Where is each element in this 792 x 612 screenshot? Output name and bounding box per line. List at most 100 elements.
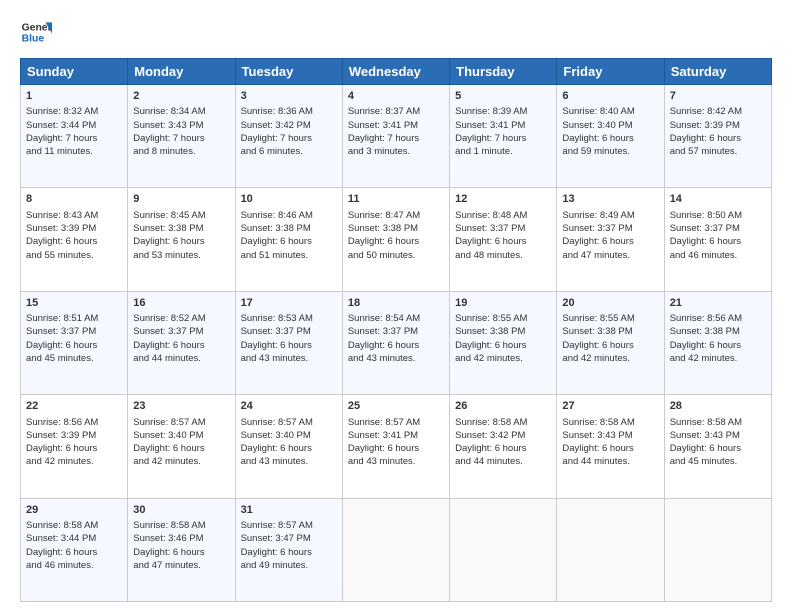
calendar-cell: 19Sunrise: 8:55 AMSunset: 3:38 PMDayligh… — [450, 291, 557, 394]
calendar-cell — [342, 498, 449, 601]
day-info: Sunset: 3:43 PM — [562, 429, 658, 442]
day-number: 11 — [348, 192, 444, 207]
calendar-cell: 18Sunrise: 8:54 AMSunset: 3:37 PMDayligh… — [342, 291, 449, 394]
day-info: Sunrise: 8:47 AM — [348, 209, 444, 222]
calendar-cell: 15Sunrise: 8:51 AMSunset: 3:37 PMDayligh… — [21, 291, 128, 394]
day-info: Sunrise: 8:56 AM — [670, 312, 766, 325]
day-info: Daylight: 6 hours — [241, 339, 337, 352]
day-number: 23 — [133, 399, 229, 414]
day-number: 2 — [133, 89, 229, 104]
calendar-cell: 13Sunrise: 8:49 AMSunset: 3:37 PMDayligh… — [557, 188, 664, 291]
calendar-cell: 11Sunrise: 8:47 AMSunset: 3:38 PMDayligh… — [342, 188, 449, 291]
day-number: 13 — [562, 192, 658, 207]
day-number: 15 — [26, 296, 122, 311]
day-number: 26 — [455, 399, 551, 414]
calendar-cell: 26Sunrise: 8:58 AMSunset: 3:42 PMDayligh… — [450, 395, 557, 498]
day-info: Sunrise: 8:49 AM — [562, 209, 658, 222]
day-info: and 57 minutes. — [670, 145, 766, 158]
header: General Blue — [20, 16, 772, 48]
calendar-cell: 27Sunrise: 8:58 AMSunset: 3:43 PMDayligh… — [557, 395, 664, 498]
calendar-cell: 20Sunrise: 8:55 AMSunset: 3:38 PMDayligh… — [557, 291, 664, 394]
day-info: Sunset: 3:38 PM — [562, 325, 658, 338]
day-info: and 42 minutes. — [455, 352, 551, 365]
calendar-table: SundayMondayTuesdayWednesdayThursdayFrid… — [20, 58, 772, 602]
day-number: 30 — [133, 503, 229, 518]
day-info: Sunrise: 8:55 AM — [562, 312, 658, 325]
day-info: Sunset: 3:37 PM — [670, 222, 766, 235]
day-info: Daylight: 6 hours — [26, 442, 122, 455]
day-number: 3 — [241, 89, 337, 104]
day-info: and 1 minute. — [455, 145, 551, 158]
weekday-header-sunday: Sunday — [21, 59, 128, 85]
day-info: Sunset: 3:43 PM — [133, 119, 229, 132]
day-info: and 45 minutes. — [670, 455, 766, 468]
day-info: and 42 minutes. — [133, 455, 229, 468]
day-info: and 42 minutes. — [670, 352, 766, 365]
day-number: 17 — [241, 296, 337, 311]
calendar-cell: 30Sunrise: 8:58 AMSunset: 3:46 PMDayligh… — [128, 498, 235, 601]
day-info: Daylight: 6 hours — [562, 235, 658, 248]
day-info: Daylight: 6 hours — [348, 339, 444, 352]
calendar-cell: 25Sunrise: 8:57 AMSunset: 3:41 PMDayligh… — [342, 395, 449, 498]
day-info: and 46 minutes. — [670, 249, 766, 262]
day-info: Sunset: 3:37 PM — [348, 325, 444, 338]
day-info: and 44 minutes. — [133, 352, 229, 365]
calendar-cell: 10Sunrise: 8:46 AMSunset: 3:38 PMDayligh… — [235, 188, 342, 291]
day-info: Sunrise: 8:39 AM — [455, 105, 551, 118]
day-number: 27 — [562, 399, 658, 414]
calendar-cell: 9Sunrise: 8:45 AMSunset: 3:38 PMDaylight… — [128, 188, 235, 291]
calendar-cell: 31Sunrise: 8:57 AMSunset: 3:47 PMDayligh… — [235, 498, 342, 601]
day-number: 18 — [348, 296, 444, 311]
day-info: Sunrise: 8:58 AM — [133, 519, 229, 532]
weekday-header-friday: Friday — [557, 59, 664, 85]
day-info: Daylight: 6 hours — [562, 442, 658, 455]
day-info: and 48 minutes. — [455, 249, 551, 262]
day-info: Sunrise: 8:58 AM — [670, 416, 766, 429]
day-info: Daylight: 6 hours — [133, 339, 229, 352]
day-info: Sunrise: 8:51 AM — [26, 312, 122, 325]
calendar-cell: 17Sunrise: 8:53 AMSunset: 3:37 PMDayligh… — [235, 291, 342, 394]
day-number: 25 — [348, 399, 444, 414]
day-info: Daylight: 6 hours — [562, 132, 658, 145]
day-info: Sunrise: 8:37 AM — [348, 105, 444, 118]
day-info: Daylight: 6 hours — [455, 235, 551, 248]
day-info: Daylight: 6 hours — [455, 339, 551, 352]
day-info: Daylight: 6 hours — [241, 546, 337, 559]
day-info: Sunset: 3:40 PM — [241, 429, 337, 442]
day-info: Sunset: 3:37 PM — [241, 325, 337, 338]
day-info: Sunrise: 8:55 AM — [455, 312, 551, 325]
day-info: Daylight: 6 hours — [133, 546, 229, 559]
day-info: and 6 minutes. — [241, 145, 337, 158]
weekday-header-thursday: Thursday — [450, 59, 557, 85]
day-info: Sunrise: 8:57 AM — [133, 416, 229, 429]
calendar-cell: 29Sunrise: 8:58 AMSunset: 3:44 PMDayligh… — [21, 498, 128, 601]
day-info: Sunset: 3:39 PM — [26, 222, 122, 235]
calendar-cell: 21Sunrise: 8:56 AMSunset: 3:38 PMDayligh… — [664, 291, 771, 394]
calendar-cell: 8Sunrise: 8:43 AMSunset: 3:39 PMDaylight… — [21, 188, 128, 291]
day-info: Sunset: 3:38 PM — [670, 325, 766, 338]
calendar-cell: 4Sunrise: 8:37 AMSunset: 3:41 PMDaylight… — [342, 85, 449, 188]
day-info: Sunrise: 8:45 AM — [133, 209, 229, 222]
day-info: Sunrise: 8:56 AM — [26, 416, 122, 429]
calendar-cell: 24Sunrise: 8:57 AMSunset: 3:40 PMDayligh… — [235, 395, 342, 498]
day-info: Daylight: 6 hours — [670, 235, 766, 248]
weekday-header-monday: Monday — [128, 59, 235, 85]
day-info: Sunrise: 8:57 AM — [348, 416, 444, 429]
day-number: 8 — [26, 192, 122, 207]
day-info: and 53 minutes. — [133, 249, 229, 262]
day-info: and 42 minutes. — [562, 352, 658, 365]
day-info: and 55 minutes. — [26, 249, 122, 262]
day-number: 1 — [26, 89, 122, 104]
day-info: and 49 minutes. — [241, 559, 337, 572]
day-info: Sunset: 3:40 PM — [562, 119, 658, 132]
day-number: 14 — [670, 192, 766, 207]
calendar-cell: 7Sunrise: 8:42 AMSunset: 3:39 PMDaylight… — [664, 85, 771, 188]
day-info: Sunset: 3:40 PM — [133, 429, 229, 442]
day-info: Sunset: 3:38 PM — [133, 222, 229, 235]
calendar-cell — [664, 498, 771, 601]
day-info: Daylight: 7 hours — [133, 132, 229, 145]
day-number: 5 — [455, 89, 551, 104]
day-number: 10 — [241, 192, 337, 207]
day-number: 19 — [455, 296, 551, 311]
day-info: Daylight: 6 hours — [562, 339, 658, 352]
